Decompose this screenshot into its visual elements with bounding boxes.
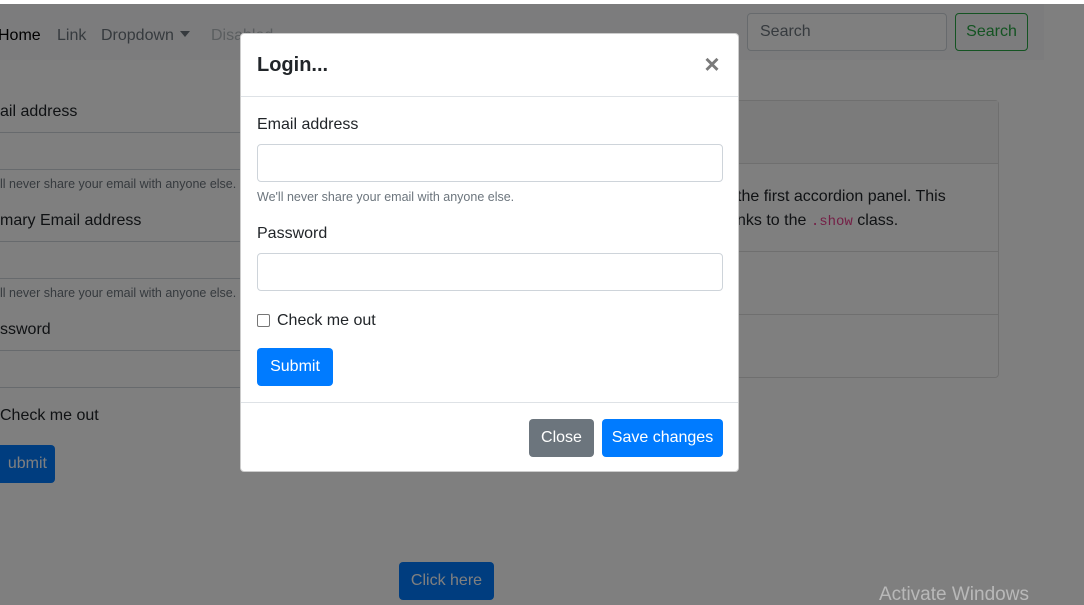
close-icon[interactable]: ×	[702, 50, 722, 78]
modal-title: Login...	[257, 54, 329, 76]
modal-check-checkbox[interactable]	[257, 314, 270, 327]
activate-windows-watermark: Activate Windows	[879, 584, 1029, 605]
modal-password-label: Password	[257, 225, 328, 242]
modal-submit-button[interactable]: Submit	[257, 348, 333, 386]
close-button[interactable]: Close	[529, 419, 594, 457]
modal-email-label: Email address	[257, 116, 359, 133]
modal-email-input[interactable]	[257, 144, 723, 182]
login-modal: Login... × Email address We'll never sha…	[240, 33, 739, 472]
modal-password-input[interactable]	[257, 253, 723, 291]
modal-check-label[interactable]: Check me out	[277, 312, 376, 330]
save-changes-button[interactable]: Save changes	[602, 419, 723, 457]
modal-header: Login... ×	[241, 34, 738, 97]
modal-footer: Close Save changes	[241, 402, 738, 472]
modal-email-help: We'll never share your email with anyone…	[257, 190, 515, 204]
